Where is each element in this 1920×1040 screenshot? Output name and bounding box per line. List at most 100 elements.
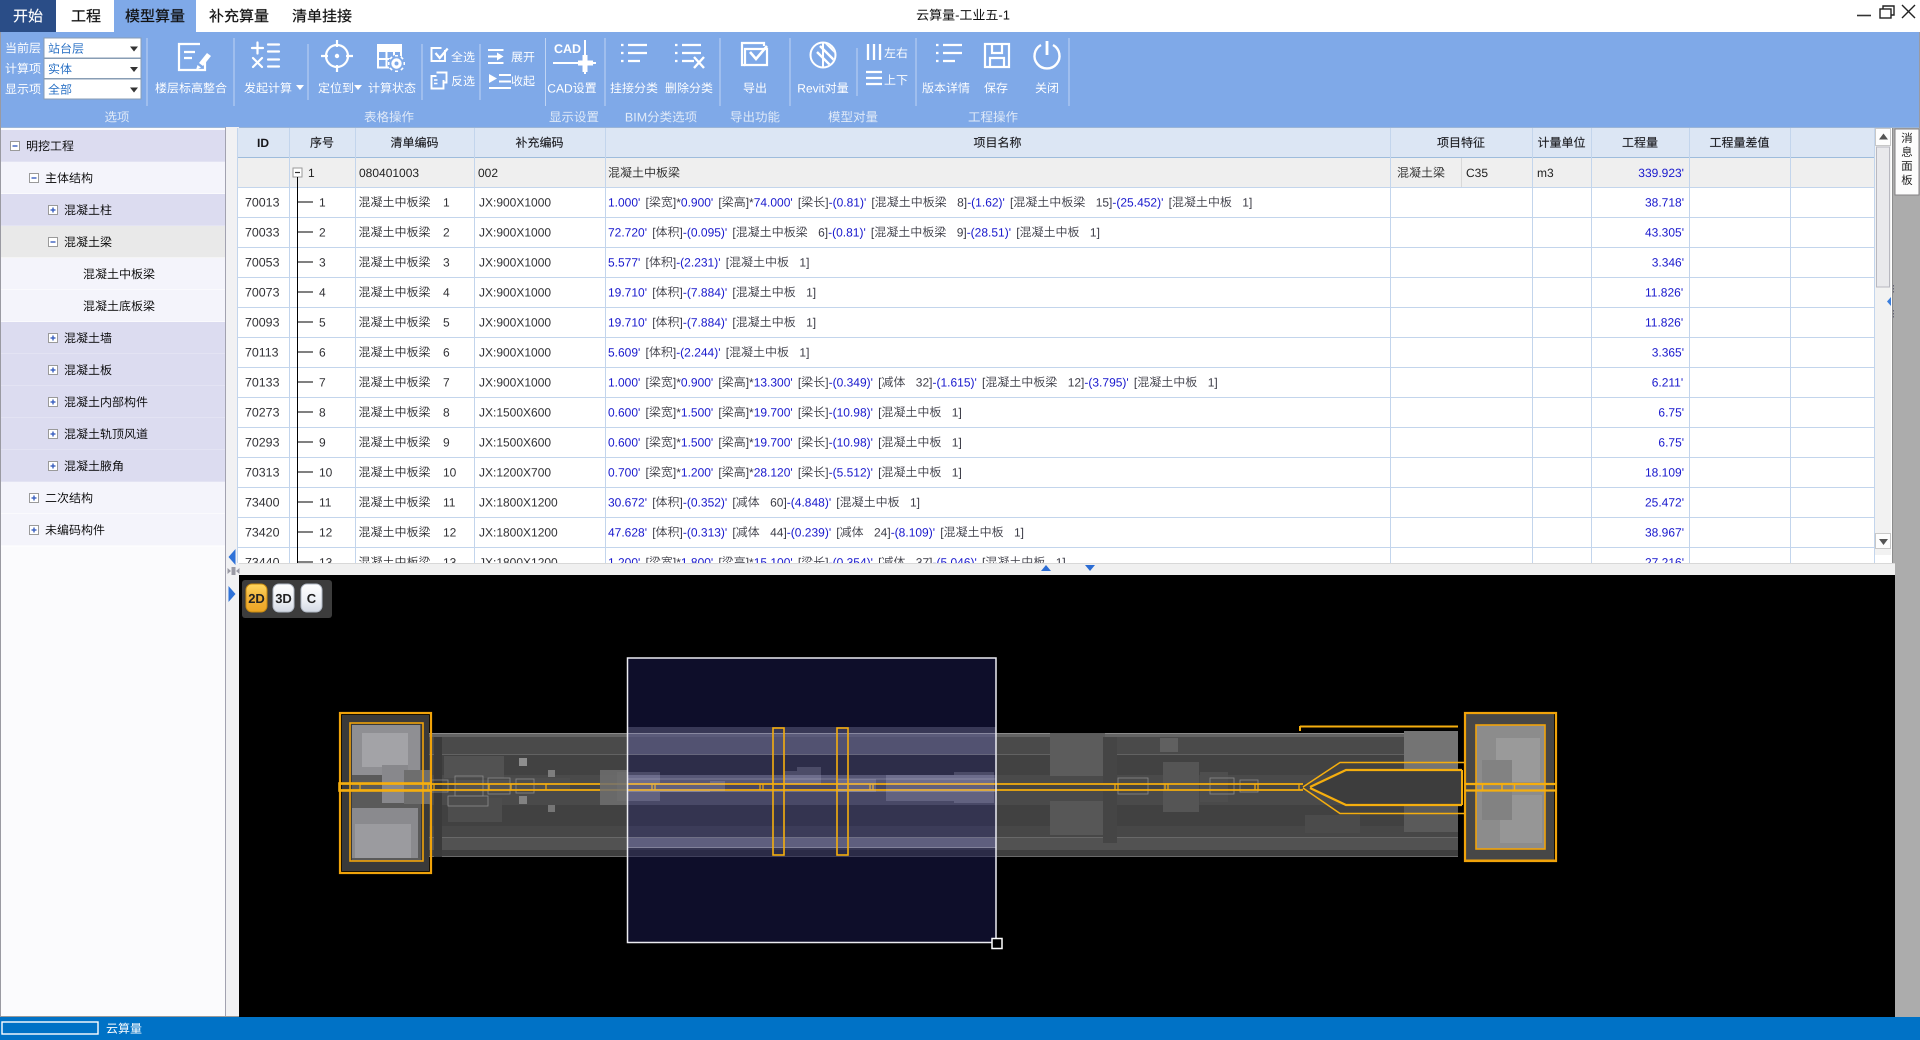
svg-text:70053: 70053 (245, 255, 280, 269)
svg-text:-(0.352)': -(0.352)' (683, 495, 727, 509)
svg-text:ID: ID (257, 136, 269, 150)
svg-text:JX:900X1000: JX:900X1000 (479, 195, 551, 209)
svg-text:12: 12 (319, 525, 333, 539)
svg-text:8: 8 (443, 405, 450, 419)
svg-text:4: 4 (443, 285, 450, 299)
svg-text:5: 5 (443, 315, 450, 329)
svg-text:JX:1800X1200: JX:1800X1200 (479, 495, 558, 509)
svg-text:9: 9 (443, 435, 450, 449)
svg-text:-(0.095)': -(0.095)' (683, 225, 727, 239)
svg-text:3D: 3D (275, 591, 292, 606)
svg-text:2: 2 (443, 225, 450, 239)
svg-text:70133: 70133 (245, 375, 280, 389)
svg-text:30.672': 30.672' (608, 495, 647, 509)
svg-text:47.628': 47.628' (608, 525, 647, 539)
svg-text:-(10.98)': -(10.98)' (829, 435, 873, 449)
svg-text:73400: 73400 (245, 495, 280, 509)
svg-text:m3: m3 (1537, 166, 1554, 180)
svg-text:70313: 70313 (245, 465, 280, 479)
svg-text:1]: 1] (910, 495, 920, 509)
svg-text:43.305': 43.305' (1645, 225, 1684, 239)
svg-text:-(7.884)': -(7.884)' (683, 285, 727, 299)
svg-text:JX:900X1000: JX:900X1000 (479, 375, 551, 389)
svg-text:12]: 12] (1068, 375, 1085, 389)
svg-text:15]: 15] (1096, 195, 1113, 209)
svg-text:JX:1500X600: JX:1500X600 (479, 435, 551, 449)
svg-text:0.600': 0.600' (608, 405, 640, 419)
svg-text:JX:900X1000: JX:900X1000 (479, 255, 551, 269)
svg-text:BIM: BIM (625, 110, 647, 124)
svg-text:JX:900X1000: JX:900X1000 (479, 315, 551, 329)
svg-text:-(10.98)': -(10.98)' (829, 405, 873, 419)
svg-text:13.300': 13.300' (754, 375, 793, 389)
svg-text:70093: 70093 (245, 315, 280, 329)
svg-text:1: 1 (443, 195, 450, 209)
svg-text:70013: 70013 (245, 195, 280, 209)
svg-text:9: 9 (319, 435, 326, 449)
svg-text:-(1.615)': -(1.615)' (933, 375, 977, 389)
svg-text:-(3.795)': -(3.795)' (1084, 375, 1128, 389)
svg-text:4: 4 (319, 285, 326, 299)
svg-text:1.200': 1.200' (681, 465, 713, 479)
svg-text:7: 7 (319, 375, 326, 389)
svg-text:3.346': 3.346' (1652, 255, 1684, 269)
svg-text:C35: C35 (1466, 166, 1488, 180)
svg-text:JX:900X1000: JX:900X1000 (479, 285, 551, 299)
svg-text:2: 2 (319, 225, 326, 239)
svg-text:-(8.109)': -(8.109)' (891, 525, 935, 539)
svg-text:6.211': 6.211' (1652, 375, 1683, 389)
svg-text:1]: 1] (952, 465, 962, 479)
svg-text:19.700': 19.700' (754, 435, 793, 449)
svg-text:5: 5 (319, 315, 326, 329)
svg-text:-(0.81)': -(0.81)' (828, 225, 866, 239)
svg-text:JX:1800X1200: JX:1800X1200 (479, 525, 558, 539)
svg-text:C: C (307, 591, 317, 606)
svg-text:11: 11 (443, 495, 456, 509)
svg-text:7: 7 (443, 375, 450, 389)
svg-text:CAD: CAD (547, 81, 573, 95)
svg-text:19.710': 19.710' (608, 315, 647, 329)
svg-text:70033: 70033 (245, 225, 280, 239)
svg-text:339.923': 339.923' (1638, 166, 1684, 180)
svg-text:-(5.512)': -(5.512)' (829, 465, 873, 479)
svg-text:1]: 1] (952, 405, 962, 419)
svg-text:080401003: 080401003 (359, 166, 419, 180)
svg-text:44]: 44] (770, 525, 787, 539)
svg-text:1]: 1] (799, 255, 809, 269)
svg-text:3.365': 3.365' (1652, 345, 1684, 359)
svg-text:73420: 73420 (245, 525, 280, 539)
svg-text:18.109': 18.109' (1645, 465, 1684, 479)
svg-text:1.500': 1.500' (681, 435, 713, 449)
svg-text:11.826': 11.826' (1645, 315, 1683, 329)
svg-text:0.900': 0.900' (681, 375, 713, 389)
svg-text:1.000': 1.000' (608, 195, 640, 209)
svg-text:60]: 60] (770, 495, 787, 509)
svg-text:-(0.81)': -(0.81)' (829, 195, 867, 209)
svg-text:11.826': 11.826' (1645, 285, 1683, 299)
svg-text:6: 6 (443, 345, 450, 359)
svg-text:1.000': 1.000' (608, 375, 640, 389)
svg-text:74.000': 74.000' (754, 195, 793, 209)
svg-text:72.720': 72.720' (608, 225, 647, 239)
svg-text:1]: 1] (806, 285, 816, 299)
svg-text:JX:900X1000: JX:900X1000 (479, 345, 551, 359)
svg-text:-(28.51)': -(28.51)' (967, 225, 1011, 239)
svg-text:70073: 70073 (245, 285, 280, 299)
svg-text:-(25.452)': -(25.452)' (1112, 195, 1163, 209)
svg-text:38.718': 38.718' (1645, 195, 1684, 209)
svg-text:1]: 1] (1014, 525, 1024, 539)
svg-text:2D: 2D (248, 591, 265, 606)
svg-text:19.710': 19.710' (608, 285, 647, 299)
svg-text:-1: -1 (998, 8, 1010, 23)
svg-text:-: - (955, 8, 959, 23)
svg-text:-(2.244)': -(2.244)' (676, 345, 720, 359)
svg-text:70273: 70273 (245, 405, 280, 419)
svg-text:8: 8 (319, 405, 326, 419)
svg-text:38.967': 38.967' (1645, 525, 1684, 539)
svg-text:1]: 1] (1090, 225, 1100, 239)
svg-text:6: 6 (319, 345, 326, 359)
svg-text:6]: 6] (818, 225, 828, 239)
svg-text:70113: 70113 (245, 345, 279, 359)
svg-text:24]: 24] (874, 525, 891, 539)
svg-text:9]: 9] (957, 225, 967, 239)
